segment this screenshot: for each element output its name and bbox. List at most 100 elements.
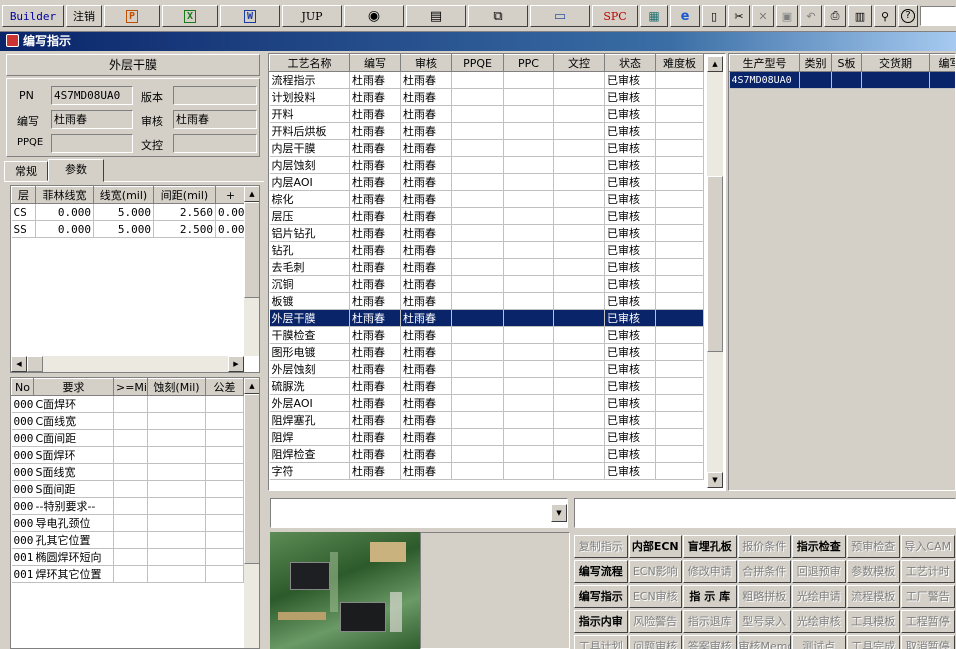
scroll-up-icon[interactable]: ▲: [707, 56, 723, 72]
function-button[interactable]: 答案审核: [683, 635, 737, 649]
process-row[interactable]: 板镀 杜雨春 杜雨春 已审核: [269, 292, 704, 310]
req-cell[interactable]: [147, 531, 206, 549]
param-hscroll-thumb[interactable]: [27, 356, 43, 372]
req-cell[interactable]: [113, 531, 148, 549]
req-cell[interactable]: [147, 497, 206, 515]
function-button[interactable]: 回退预审: [792, 560, 846, 583]
toolbar-input[interactable]: [920, 6, 956, 26]
req-cell[interactable]: [205, 531, 244, 549]
tab-general[interactable]: 常规: [4, 161, 48, 181]
new-doc-button[interactable]: ▯: [702, 5, 726, 27]
scroll-left-icon[interactable]: ◀: [11, 356, 27, 372]
function-button[interactable]: 预审检查: [846, 535, 900, 558]
process-row[interactable]: 开料后烘板 杜雨春 杜雨春 已审核: [269, 122, 704, 140]
process-vscroll-thumb[interactable]: [707, 176, 723, 352]
process-row[interactable]: 去毛刺 杜雨春 杜雨春 已审核: [269, 258, 704, 276]
function-button[interactable]: 指示退库: [683, 610, 737, 633]
req-row[interactable]: 000 导电孔颈位: [11, 514, 244, 532]
process-row[interactable]: 外层干膜 杜雨春 杜雨春 已审核: [269, 309, 704, 327]
req-cell[interactable]: [205, 548, 244, 566]
req-row[interactable]: 001 焊环其它位置: [11, 565, 244, 583]
process-row[interactable]: 棕化 杜雨春 杜雨春 已审核: [269, 190, 704, 208]
function-button[interactable]: 测试点: [792, 635, 846, 649]
req-cell[interactable]: [113, 412, 148, 430]
function-button[interactable]: 取消暂停: [901, 635, 955, 649]
process-row[interactable]: 干膜检查 杜雨春 杜雨春 已审核: [269, 326, 704, 344]
param-vscroll[interactable]: ▲: [244, 186, 259, 356]
function-button[interactable]: 粗略拼板: [737, 585, 791, 608]
process-row[interactable]: 沉铜 杜雨春 杜雨春 已审核: [269, 275, 704, 293]
process-row[interactable]: 内层蚀刻 杜雨春 杜雨春 已审核: [269, 156, 704, 174]
req-cell[interactable]: [147, 480, 206, 498]
function-button[interactable]: 编写指示: [574, 585, 628, 608]
scroll-up-icon[interactable]: ▲: [244, 186, 259, 202]
builder-button[interactable]: Builder: [2, 5, 64, 27]
param-vscroll-thumb[interactable]: [244, 202, 259, 298]
function-button[interactable]: 盲埋孔板: [683, 535, 737, 558]
scroll-up-icon[interactable]: ▲: [244, 378, 259, 394]
word-button[interactable]: W: [220, 5, 280, 27]
process-row[interactable]: 内层AOI 杜雨春 杜雨春 已审核: [269, 173, 704, 191]
function-button[interactable]: 工具完成: [846, 635, 900, 649]
reviewer-field[interactable]: 杜雨春: [173, 110, 257, 129]
writer-field[interactable]: 杜雨春: [51, 110, 133, 129]
process-row[interactable]: 图形电镀 杜雨春 杜雨春 已审核: [269, 343, 704, 361]
param-row[interactable]: CS 0.000 5.000 2.560 0.00: [11, 203, 246, 221]
process-row[interactable]: 字符 杜雨春 杜雨春 已审核: [269, 462, 704, 480]
find-button[interactable]: ⚲: [874, 5, 896, 27]
process-row[interactable]: 开料 杜雨春 杜雨春 已审核: [269, 105, 704, 123]
req-cell[interactable]: [205, 412, 244, 430]
function-button[interactable]: 指 示 库: [683, 585, 737, 608]
req-cell[interactable]: [147, 565, 206, 583]
function-button[interactable]: 指示内审: [574, 610, 628, 633]
req-cell[interactable]: [205, 497, 244, 515]
function-button[interactable]: 编写流程: [574, 560, 628, 583]
process-row[interactable]: 钻孔 杜雨春 杜雨春 已审核: [269, 241, 704, 259]
req-cell[interactable]: [113, 497, 148, 515]
req-row[interactable]: 000 C面间距: [11, 429, 244, 447]
preview-button[interactable]: ⎙: [824, 5, 846, 27]
process-row[interactable]: 流程指示 杜雨春 杜雨春 已审核: [269, 71, 704, 89]
function-button[interactable]: 内部ECN: [628, 535, 682, 558]
function-button[interactable]: 工厂警告: [901, 585, 955, 608]
database-button[interactable]: ▤: [406, 5, 466, 27]
req-cell[interactable]: [205, 429, 244, 447]
process-combo[interactable]: ▼: [270, 498, 568, 528]
process-row[interactable]: 内层干膜 杜雨春 杜雨春 已审核: [269, 139, 704, 157]
scroll-down-icon[interactable]: ▼: [707, 472, 723, 488]
req-cell[interactable]: [113, 565, 148, 583]
function-button[interactable]: 光绘审核: [792, 610, 846, 633]
function-button[interactable]: 导入CAM: [901, 535, 955, 558]
chart-button[interactable]: ▦: [640, 5, 668, 27]
logout-button[interactable]: 注销: [66, 5, 102, 27]
tab-params[interactable]: 参数: [48, 159, 104, 182]
excel-button[interactable]: X: [162, 5, 218, 27]
print-button[interactable]: ▥: [848, 5, 872, 27]
process-row[interactable]: 外层AOI 杜雨春 杜雨春 已审核: [269, 394, 704, 412]
req-cell[interactable]: [205, 565, 244, 583]
ie-button[interactable]: e: [670, 5, 700, 27]
cut-button[interactable]: ✂: [728, 5, 750, 27]
computer-button[interactable]: ▭: [530, 5, 590, 27]
function-button[interactable]: 修改申请: [683, 560, 737, 583]
function-button[interactable]: 风险警告: [628, 610, 682, 633]
function-button[interactable]: 型号录入: [737, 610, 791, 633]
function-button[interactable]: 工艺计时: [901, 560, 955, 583]
function-button[interactable]: 复制指示: [574, 535, 628, 558]
req-vscroll[interactable]: ▲: [244, 378, 259, 648]
remark-field[interactable]: [574, 498, 956, 528]
undo-button[interactable]: ↶: [800, 5, 822, 27]
param-hscroll[interactable]: ◀ ▶: [11, 356, 244, 372]
function-button[interactable]: ECN审核: [628, 585, 682, 608]
req-cell[interactable]: [113, 514, 148, 532]
req-row[interactable]: 000 S面间距: [11, 480, 244, 498]
req-cell[interactable]: [205, 446, 244, 464]
function-button[interactable]: 审核Memo: [737, 635, 791, 649]
chevron-down-icon[interactable]: ▼: [551, 504, 567, 522]
req-vscroll-thumb[interactable]: [244, 394, 259, 564]
process-vscroll[interactable]: ▲ ▼: [707, 56, 723, 488]
product-row[interactable]: 4S7MD08UA0: [729, 71, 955, 89]
process-row[interactable]: 阻焊 杜雨春 杜雨春 已审核: [269, 428, 704, 446]
req-cell[interactable]: [113, 548, 148, 566]
req-row[interactable]: 000 S面焊环: [11, 446, 244, 464]
